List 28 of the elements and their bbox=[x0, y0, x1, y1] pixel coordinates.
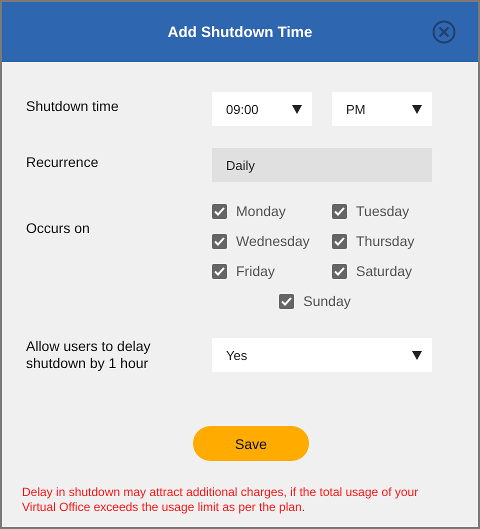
field-label: Allow users to delay shutdown by 1 hour bbox=[26, 338, 152, 372]
day-checkbox[interactable]: Saturday bbox=[332, 262, 432, 280]
save-button[interactable]: Save bbox=[193, 426, 309, 461]
field-label: Occurs on bbox=[26, 219, 91, 237]
checkbox[interactable] bbox=[332, 264, 347, 278]
day-checkbox[interactable]: Sunday bbox=[279, 292, 351, 310]
checkbox[interactable] bbox=[212, 204, 227, 218]
warning-note: Delay in shutdown may attract additional charges, if the total usage of your Virtual Office exceeds the usage limit as per the plan. bbox=[22, 485, 420, 515]
caret-icon bbox=[412, 350, 422, 360]
recurrence-field: Daily bbox=[212, 148, 432, 182]
field-label: Shutdown time bbox=[26, 97, 120, 115]
checkbox[interactable] bbox=[279, 294, 294, 308]
delay-select[interactable]: Yes bbox=[212, 338, 432, 372]
time-select[interactable]: 09:00 bbox=[212, 92, 312, 126]
period-select[interactable]: PM bbox=[332, 92, 432, 126]
day-checkbox[interactable]: Monday bbox=[212, 202, 332, 220]
caret-icon bbox=[412, 104, 422, 114]
checkbox[interactable] bbox=[332, 234, 347, 248]
day-checkbox[interactable]: Thursday bbox=[332, 232, 432, 250]
dialog-title: Add Shutdown Time bbox=[168, 24, 312, 40]
checkbox[interactable] bbox=[212, 234, 227, 248]
checkbox[interactable] bbox=[332, 204, 347, 218]
checkbox[interactable] bbox=[212, 264, 227, 278]
caret-icon bbox=[292, 104, 302, 114]
day-checkbox[interactable]: Wednesday bbox=[212, 232, 332, 250]
field-label: Recurrence bbox=[26, 153, 100, 171]
day-checkbox[interactable]: Friday bbox=[212, 262, 332, 280]
day-checkbox[interactable]: Tuesday bbox=[332, 202, 432, 220]
